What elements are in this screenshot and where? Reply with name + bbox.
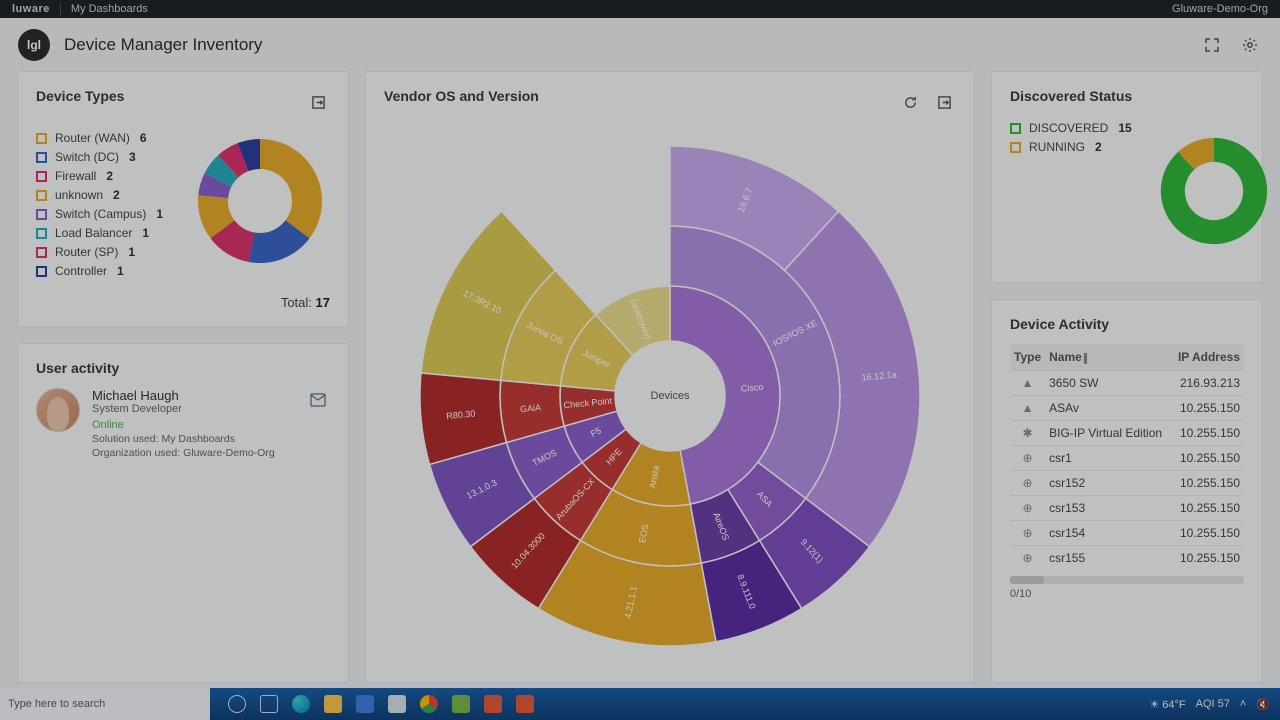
tray-volume-icon[interactable]: 🔇: [1256, 698, 1270, 711]
table-row[interactable]: ▲ASAv10.255.150: [1010, 396, 1244, 421]
legend-item[interactable]: RUNNING 2: [1010, 140, 1146, 154]
table-row[interactable]: ⊕csr15210.255.150: [1010, 471, 1244, 496]
horizontal-scrollbar[interactable]: [1010, 576, 1244, 584]
col-type[interactable]: Type: [1010, 344, 1045, 371]
edge-icon[interactable]: [292, 695, 310, 713]
vendor-sunburst[interactable]: CiscoAristaHPEF5Check PointJuniper(unkno…: [410, 136, 930, 656]
col-name[interactable]: Name▌: [1045, 344, 1171, 371]
type-icon: ⊕: [1010, 471, 1045, 496]
type-icon: ▲: [1010, 371, 1045, 396]
legend-item[interactable]: Controller 1: [36, 264, 180, 278]
app-icon-3[interactable]: [452, 695, 470, 713]
explorer-icon[interactable]: [324, 695, 342, 713]
pager: 0/10: [1010, 588, 1244, 600]
org-label[interactable]: Gluware-Demo-Org: [1172, 3, 1268, 15]
device-types-donut[interactable]: [190, 126, 330, 276]
device-activity-title: Device Activity: [1010, 316, 1244, 332]
divider: [60, 3, 61, 15]
col-ip[interactable]: IP Address: [1171, 344, 1244, 371]
cortana-icon[interactable]: [228, 695, 246, 713]
app-icon-2[interactable]: [388, 695, 406, 713]
svg-text:Cisco: Cisco: [740, 382, 763, 394]
tray-chevron-icon[interactable]: ˄: [1240, 698, 1246, 710]
svg-text:GAiA: GAiA: [520, 402, 542, 414]
refresh-icon[interactable]: [898, 90, 922, 114]
user-activity-card: User activity Michael Haugh System Devel…: [18, 344, 348, 682]
discovered-status-card: Discovered Status DISCOVERED 15 RUNNING 2: [992, 72, 1262, 282]
page-title: Device Manager Inventory: [64, 35, 262, 55]
device-activity-card: Device Activity Type Name▌ IP Address ▲3…: [992, 300, 1262, 682]
page-header: lgl Device Manager Inventory: [0, 18, 1280, 72]
brand-label: luware: [12, 3, 50, 15]
user-activity-title: User activity: [36, 360, 330, 376]
legend-item[interactable]: Switch (DC) 3: [36, 150, 180, 164]
type-icon: ⊕: [1010, 521, 1045, 546]
windows-taskbar[interactable]: Type here to search ☀ 64°F AQI 57 ˄ 🔇: [0, 688, 1280, 720]
aqi-widget[interactable]: AQI 57: [1196, 698, 1230, 710]
device-types-total: Total: 17: [36, 295, 330, 310]
user-status: Online: [92, 419, 294, 431]
discovered-donut[interactable]: [1154, 116, 1274, 266]
app-icon-1[interactable]: [356, 695, 374, 713]
export-icon[interactable]: [932, 90, 956, 114]
user-meta-2: Organization used: Gluware-Demo-Org: [92, 447, 294, 459]
table-row[interactable]: ⊕csr15310.255.150: [1010, 496, 1244, 521]
table-row[interactable]: ▲3650 SW216.93.213: [1010, 371, 1244, 396]
discovered-title: Discovered Status: [1010, 88, 1244, 104]
type-icon: ⊕: [1010, 546, 1045, 571]
device-activity-table: Type Name▌ IP Address ▲3650 SW216.93.213…: [1010, 344, 1244, 570]
weather-widget[interactable]: ☀ 64°F: [1149, 698, 1185, 711]
gear-icon[interactable]: [1238, 33, 1262, 57]
legend-item[interactable]: DISCOVERED 15: [1010, 121, 1146, 135]
vendor-os-title: Vendor OS and Version: [384, 88, 539, 104]
user-role: System Developer: [92, 403, 294, 415]
legend-item[interactable]: Router (SP) 1: [36, 245, 180, 259]
avatar: [36, 388, 80, 432]
vendor-os-card: Vendor OS and Version CiscoAristaHPEF5Ch…: [366, 72, 974, 682]
breadcrumb[interactable]: My Dashboards: [71, 3, 148, 15]
chrome-icon[interactable]: [420, 695, 438, 713]
table-row[interactable]: ⊕csr15410.255.150: [1010, 521, 1244, 546]
export-icon[interactable]: [306, 90, 330, 114]
device-types-title: Device Types: [36, 88, 124, 104]
user-meta-1: Solution used: My Dashboards: [92, 433, 294, 445]
app-icon-4[interactable]: [484, 695, 502, 713]
type-icon: ⊕: [1010, 496, 1045, 521]
taskview-icon[interactable]: [260, 695, 278, 713]
table-row[interactable]: ⊕csr15510.255.150: [1010, 546, 1244, 571]
legend-item[interactable]: Router (WAN) 6: [36, 131, 180, 145]
user-name: Michael Haugh: [92, 388, 294, 403]
legend-item[interactable]: Switch (Campus) 1: [36, 207, 180, 221]
type-icon: ⊕: [1010, 446, 1045, 471]
top-nav: luware My Dashboards Gluware-Demo-Org: [0, 0, 1280, 18]
page-logo: lgl: [18, 29, 50, 61]
taskbar-search[interactable]: Type here to search: [0, 688, 210, 720]
legend-item[interactable]: Firewall 2: [36, 169, 180, 183]
device-types-card: Device Types Router (WAN) 6 Switch (DC) 3…: [18, 72, 348, 326]
legend-item[interactable]: Load Balancer 1: [36, 226, 180, 240]
legend-item[interactable]: unknown 2: [36, 188, 180, 202]
type-icon: ▲: [1010, 396, 1045, 421]
type-icon: ✱: [1010, 421, 1045, 446]
app-icon-5[interactable]: [516, 695, 534, 713]
table-row[interactable]: ⊕csr110.255.150: [1010, 446, 1244, 471]
mail-icon[interactable]: [306, 388, 330, 412]
fullscreen-icon[interactable]: [1200, 33, 1224, 57]
svg-text:Devices: Devices: [650, 390, 690, 402]
table-row[interactable]: ✱BIG-IP Virtual Edition10.255.150: [1010, 421, 1244, 446]
